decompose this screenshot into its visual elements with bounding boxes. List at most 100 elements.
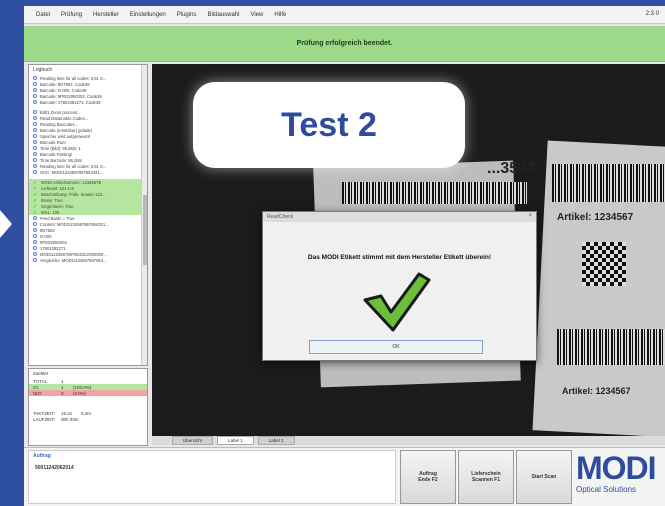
- menu-item-hilfe[interactable]: Hilfe: [274, 12, 286, 18]
- info-icon: [33, 216, 37, 220]
- ok-button[interactable]: OK: [309, 340, 483, 354]
- auftrag-number: 50011242062014: [35, 465, 74, 471]
- menu-item-plugins[interactable]: Plugins: [177, 12, 197, 18]
- info-icon: [33, 100, 37, 104]
- info-icon: [33, 252, 37, 256]
- log-entry-text: Read Datamatrix Codes...: [40, 115, 89, 121]
- log-entry-text: Barcode (ersetzbar) geladet: [40, 127, 92, 133]
- barcode-graphic: [342, 182, 527, 204]
- info-icon: [33, 152, 37, 156]
- check-icon: [33, 204, 38, 208]
- log-entry-text: Time Barcode: 86,2Ms: [40, 157, 82, 163]
- check-icon: [33, 198, 38, 202]
- counter-value: 15,4s: [61, 410, 73, 416]
- info-icon: [33, 258, 37, 262]
- log-entry-text: Reading time for all codes: 0,51 S...: [40, 75, 107, 81]
- log-entry: Vergleiche: MODI1234567867654...: [29, 257, 147, 263]
- info-icon: [33, 134, 37, 138]
- artikel-text-bottom: Artikel: 1234567: [562, 386, 631, 396]
- auftrag-label: Auftrag: [33, 453, 51, 459]
- tab-label-1[interactable]: Label 1: [217, 436, 254, 445]
- log-entry-text: 17801082271: [40, 245, 66, 251]
- log-entry-text: Lieferant: 101-LIX: [41, 185, 75, 191]
- check-icon: [33, 180, 38, 184]
- menu-item-view[interactable]: View: [250, 12, 263, 18]
- counter-label: LAUFZEIT:: [33, 416, 56, 422]
- log-entry-text: 8D7502: [40, 227, 55, 233]
- counter-value: 0: [61, 390, 64, 396]
- result-dialog: ReadCheck × Das MODI Etikett stimmt mit …: [262, 211, 537, 361]
- clock: 2:3 0: [645, 11, 659, 17]
- counter-extra: 0,4m: [81, 410, 92, 416]
- log-header: Logbuch: [33, 67, 53, 73]
- auftrag-ende-button[interactable]: Auftrag Ende F2: [400, 450, 456, 504]
- log-entry-text: Time (Bild): 95,5Ms: 1: [40, 145, 81, 151]
- label-code-text: ...3533: [487, 160, 536, 177]
- log-entry-text: Reading Barcodes...: [40, 121, 78, 127]
- datamatrix-graphic: [582, 242, 626, 286]
- tab-label-2[interactable]: Label 2: [257, 436, 295, 445]
- info-icon: [33, 228, 37, 232]
- info-icon: [33, 234, 37, 238]
- info-icon: [33, 140, 37, 144]
- log-entry-text: Barcode Run!: [40, 139, 66, 145]
- log-scrollbar[interactable]: [141, 65, 147, 365]
- dialog-title: ReadCheck: [267, 214, 294, 220]
- scrollbar-thumb[interactable]: [143, 195, 147, 265]
- check-icon: [33, 210, 38, 214]
- info-icon: [33, 88, 37, 92]
- status-message: Prüfung erfolgreich beendet.: [296, 40, 393, 47]
- log-entry-text: GHC: MODI1234567867654321...: [40, 169, 104, 175]
- info-icon: [33, 110, 37, 114]
- log-entry-text: Barcode: 9P0D2050202, Code39: [40, 93, 102, 99]
- log-entry-text: Barcode: 8D7502, Code39: [40, 81, 90, 87]
- counter-panel: Zaehler TOTAL: 1 IO: 1 (100,0%) NIO: 0 (…: [28, 368, 148, 446]
- checkmark-icon: [363, 272, 431, 332]
- barcode-graphic: [552, 164, 665, 202]
- counter-label: TAKTZEIT:: [33, 410, 55, 416]
- log-entry-text: Breite: True: [41, 197, 63, 203]
- counter-value: 1: [61, 384, 64, 390]
- log-entry-text: MODI Artikelnummer: 1234567B: [41, 179, 102, 185]
- info-icon: [33, 164, 37, 168]
- check-icon: [33, 186, 38, 190]
- info-icon: [33, 222, 37, 226]
- log-entry-text: MODI1234567867654321/000000...: [40, 251, 107, 257]
- log-entry-text: Content: MODI1234567867654321...: [40, 221, 109, 227]
- menu-item-hersteller[interactable]: Hersteller: [93, 12, 119, 18]
- log-entry-text: Vergleiche: MODI1234567867654...: [40, 257, 107, 263]
- counter-label: TOTAL:: [33, 378, 49, 384]
- menu-bar: Datei Prüfung Hersteller Einstellungen P…: [24, 6, 665, 24]
- close-icon[interactable]: ×: [528, 213, 532, 219]
- menu-item-einstellungen[interactable]: Einstellungen: [130, 12, 166, 18]
- lieferschein-scannen-button[interactable]: Lieferschein Scannen F1: [458, 450, 514, 504]
- info-icon: [33, 240, 37, 244]
- info-icon: [33, 158, 37, 162]
- test-badge-label: Test 2: [281, 105, 377, 144]
- modi-logo: MODI Optical Solutions: [576, 452, 665, 502]
- menu-item-bildauswahl[interactable]: Bildauswahl: [207, 12, 239, 18]
- check-icon: [33, 192, 38, 196]
- tab-uebersicht[interactable]: Übersicht: [172, 436, 214, 445]
- artikel-text-top: Artikel: 1234567: [557, 212, 634, 223]
- menu-item-datei[interactable]: Datei: [36, 12, 50, 18]
- menu-item-pruefung[interactable]: Prüfung: [61, 12, 82, 18]
- logo-subtext: Optical Solutions: [576, 485, 637, 494]
- log-entry-text: Speicher wird aufgeraeumt: [40, 133, 91, 139]
- log-panel[interactable]: Logbuch Reading time for all codes: 0,51…: [28, 64, 148, 366]
- info-icon: [33, 82, 37, 86]
- dialog-message: Das MODI Etikett stimmt mit dem Herstell…: [307, 254, 492, 261]
- counter-header: Zaehler: [33, 371, 49, 376]
- log-entry-text: MGL: 100: [41, 209, 60, 215]
- info-icon: [33, 76, 37, 80]
- carousel-next-arrow[interactable]: [0, 210, 12, 238]
- counter-label: NIO:: [33, 390, 43, 396]
- image-tabs: Übersicht Label 1 Label 2: [152, 436, 665, 445]
- test-badge: Test 2: [193, 82, 465, 168]
- dialog-titlebar: ReadCheck ×: [263, 212, 536, 222]
- log-entry-text: Feed Bastn = True: [40, 215, 75, 221]
- counter-label: IO:: [33, 384, 40, 390]
- barcode-graphic: [557, 329, 665, 365]
- start-scan-button[interactable]: Start Scan: [516, 450, 572, 504]
- log-entry-text: Bild1 Zoom process...: [40, 109, 81, 115]
